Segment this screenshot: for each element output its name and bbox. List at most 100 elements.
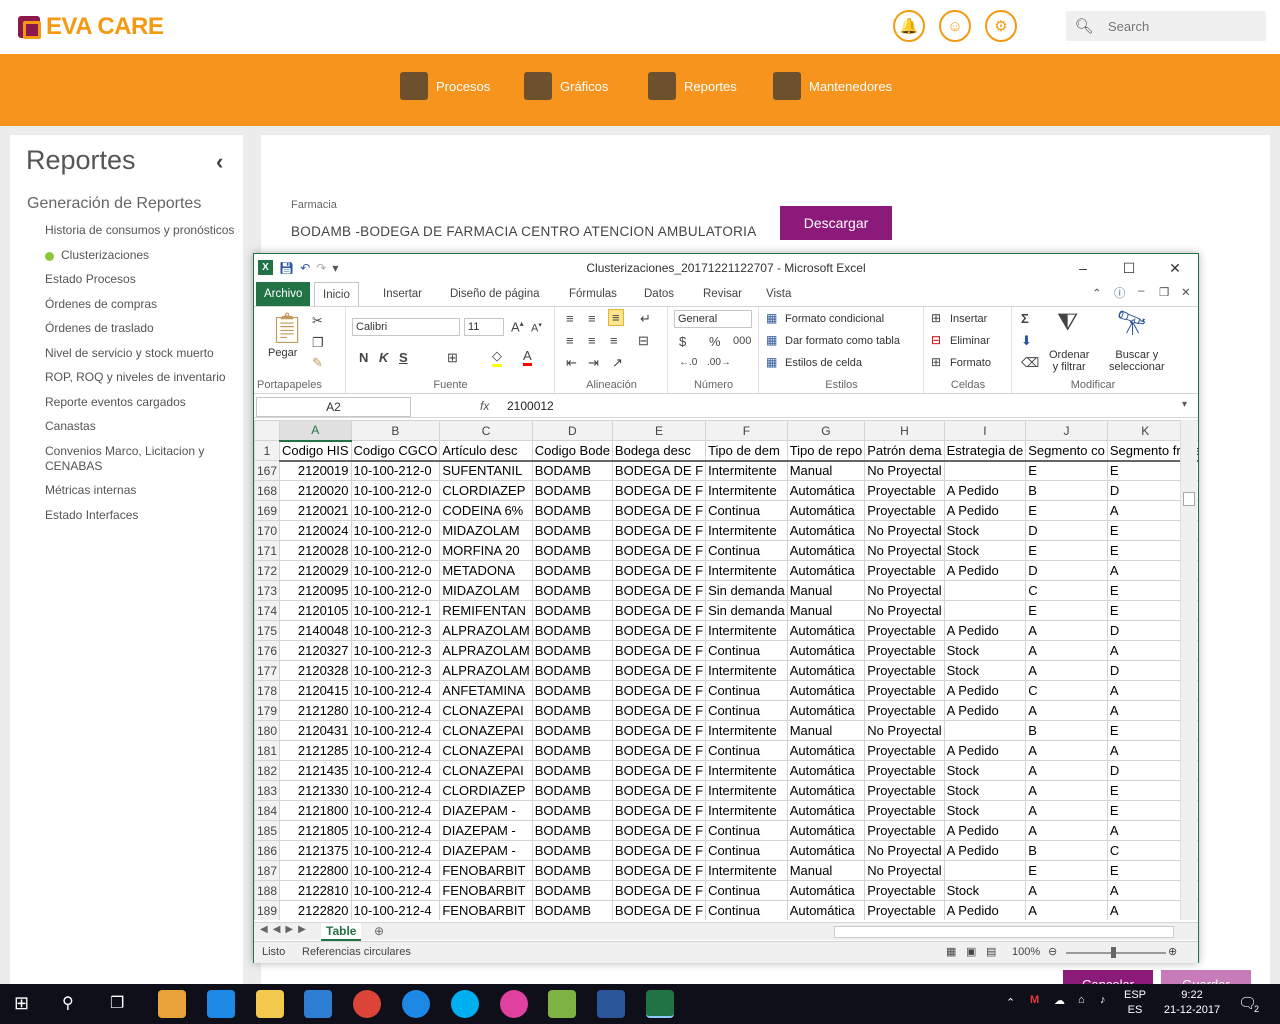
- cell[interactable]: D: [1106, 480, 1184, 501]
- cell[interactable]: 2121375: [279, 840, 352, 861]
- cell[interactable]: A Pedido: [943, 620, 1027, 641]
- row-header[interactable]: 172: [254, 560, 281, 581]
- number-format-select[interactable]: General: [674, 310, 752, 328]
- cell[interactable]: Stock: [943, 540, 1027, 561]
- cell[interactable]: Continua: [705, 680, 788, 701]
- cell[interactable]: Automática: [786, 500, 866, 521]
- store-icon[interactable]: [304, 990, 332, 1018]
- cell[interactable]: Proyectable: [864, 620, 945, 641]
- page-layout-icon[interactable]: ▣: [966, 945, 976, 958]
- increase-decimal-icon[interactable]: ←.0: [679, 357, 697, 368]
- cell[interactable]: Automática: [786, 900, 866, 920]
- cell[interactable]: SUFENTANIL: [439, 460, 533, 481]
- tab-revisar[interactable]: Revisar: [695, 282, 750, 306]
- tab-formulas[interactable]: Fórmulas: [561, 282, 625, 306]
- cells-table[interactable]: ABCDEFGHIJK 1 Codigo HIS Codigo CGCO Artícu…: [254, 420, 1198, 920]
- cell[interactable]: ANFETAMINA: [439, 680, 533, 701]
- cell[interactable]: 2120328: [279, 660, 352, 681]
- shrink-font-icon[interactable]: A▾: [531, 321, 542, 335]
- cell[interactable]: 2120028: [279, 540, 352, 561]
- clock[interactable]: 9:22 21-12-2017: [1160, 988, 1224, 1018]
- cell[interactable]: CODEINA 6%: [439, 500, 533, 521]
- cell[interactable]: A: [1025, 700, 1108, 721]
- sheet-nav-arrows-icon[interactable]: ◀◀▶▶: [260, 924, 311, 935]
- sort-filter-icon[interactable]: ⧨: [1057, 309, 1078, 337]
- cell[interactable]: Continua: [705, 500, 788, 521]
- cell[interactable]: E: [1106, 540, 1184, 561]
- cell[interactable]: 10-100-212-4: [350, 760, 441, 781]
- formula-input[interactable]: 2100012: [507, 399, 554, 413]
- cell[interactable]: BODEGA DE F: [611, 900, 707, 920]
- cell[interactable]: BODEGA DE F: [611, 820, 707, 841]
- cell[interactable]: Stock: [943, 760, 1027, 781]
- cell[interactable]: Automática: [786, 640, 866, 661]
- column-header[interactable]: C: [439, 420, 533, 441]
- cell[interactable]: BODEGA DE F: [611, 800, 707, 821]
- cell[interactable]: Automática: [786, 700, 866, 721]
- cell[interactable]: E: [1106, 580, 1184, 601]
- word-icon[interactable]: [597, 990, 625, 1018]
- windows-start-icon[interactable]: ⊞: [14, 993, 29, 1014]
- cell[interactable]: 2120327: [279, 640, 352, 661]
- cell[interactable]: No Proyectal: [864, 580, 945, 601]
- cell[interactable]: E: [1106, 460, 1184, 481]
- cell[interactable]: Continua: [705, 740, 788, 761]
- sidebar-item-canastas[interactable]: Canastas: [45, 419, 245, 434]
- cell[interactable]: A: [1106, 900, 1184, 920]
- font-color-icon[interactable]: A: [523, 348, 532, 366]
- row-header[interactable]: 177: [254, 660, 281, 681]
- cell[interactable]: Automática: [786, 560, 866, 581]
- decrease-decimal-icon[interactable]: .00→: [707, 357, 731, 368]
- cell[interactable]: Continua: [705, 820, 788, 841]
- cell[interactable]: A: [1106, 680, 1184, 701]
- cell[interactable]: 2120431: [279, 720, 352, 741]
- cell[interactable]: MIDAZOLAM: [439, 520, 533, 541]
- thousands-icon[interactable]: 000: [733, 335, 751, 347]
- cell[interactable]: Proyectable: [864, 700, 945, 721]
- cell[interactable]: BODEGA DE F: [611, 640, 707, 661]
- underline-icon[interactable]: S: [399, 350, 408, 365]
- gmail-tray-icon[interactable]: M: [1030, 994, 1039, 1006]
- cell[interactable]: 2120415: [279, 680, 352, 701]
- cell[interactable]: 10-100-212-0: [350, 540, 441, 561]
- zoom-in-icon[interactable]: ⊕: [1168, 945, 1177, 958]
- tab-diseno[interactable]: Diseño de página: [442, 282, 548, 306]
- cell[interactable]: [943, 460, 1027, 481]
- cell[interactable]: BODAMB: [531, 900, 613, 920]
- cell[interactable]: 2121800: [279, 800, 352, 821]
- cell[interactable]: No Proyectal: [864, 860, 945, 881]
- cell[interactable]: BODEGA DE F: [611, 720, 707, 741]
- cell[interactable]: [943, 860, 1027, 881]
- close-icon[interactable]: ✕: [1152, 256, 1198, 280]
- cell[interactable]: Stock: [943, 800, 1027, 821]
- italic-icon[interactable]: K: [379, 350, 388, 365]
- network-icon[interactable]: ⌂: [1078, 994, 1085, 1006]
- cell[interactable]: Intermitente: [705, 520, 788, 541]
- font-name-select[interactable]: Calibri: [352, 318, 460, 336]
- cell[interactable]: Intermitente: [705, 560, 788, 581]
- cell[interactable]: B: [1025, 720, 1108, 741]
- row-header[interactable]: 167: [254, 460, 281, 481]
- row-header[interactable]: 189: [254, 900, 281, 920]
- wrap-text-icon[interactable]: ↵: [640, 311, 651, 327]
- cell[interactable]: BODEGA DE F: [611, 880, 707, 901]
- cell[interactable]: [943, 720, 1027, 741]
- zoom-out-icon[interactable]: ⊖: [1048, 945, 1057, 958]
- cell[interactable]: Intermitente: [705, 860, 788, 881]
- cell[interactable]: Automática: [786, 620, 866, 641]
- cell[interactable]: C: [1025, 580, 1108, 601]
- cell[interactable]: BODEGA DE F: [611, 620, 707, 641]
- header-cell[interactable]: Segmento fr: [1106, 440, 1184, 462]
- cell[interactable]: CLONAZEPAI: [439, 720, 533, 741]
- cell[interactable]: Automática: [786, 680, 866, 701]
- cell[interactable]: 10-100-212-4: [350, 680, 441, 701]
- sidebar-item-rop-roq[interactable]: ROP, ROQ y niveles de inventario: [45, 370, 245, 385]
- vertical-scrollbar[interactable]: [1180, 420, 1197, 920]
- cell[interactable]: MORFINA 20: [439, 540, 533, 561]
- cell[interactable]: Stock: [943, 660, 1027, 681]
- cell[interactable]: 2122820: [279, 900, 352, 920]
- currency-icon[interactable]: $: [679, 334, 686, 349]
- format-painter-icon[interactable]: ✎: [312, 355, 323, 371]
- cell[interactable]: 10-100-212-4: [350, 800, 441, 821]
- chevron-left-icon[interactable]: ‹: [216, 149, 223, 175]
